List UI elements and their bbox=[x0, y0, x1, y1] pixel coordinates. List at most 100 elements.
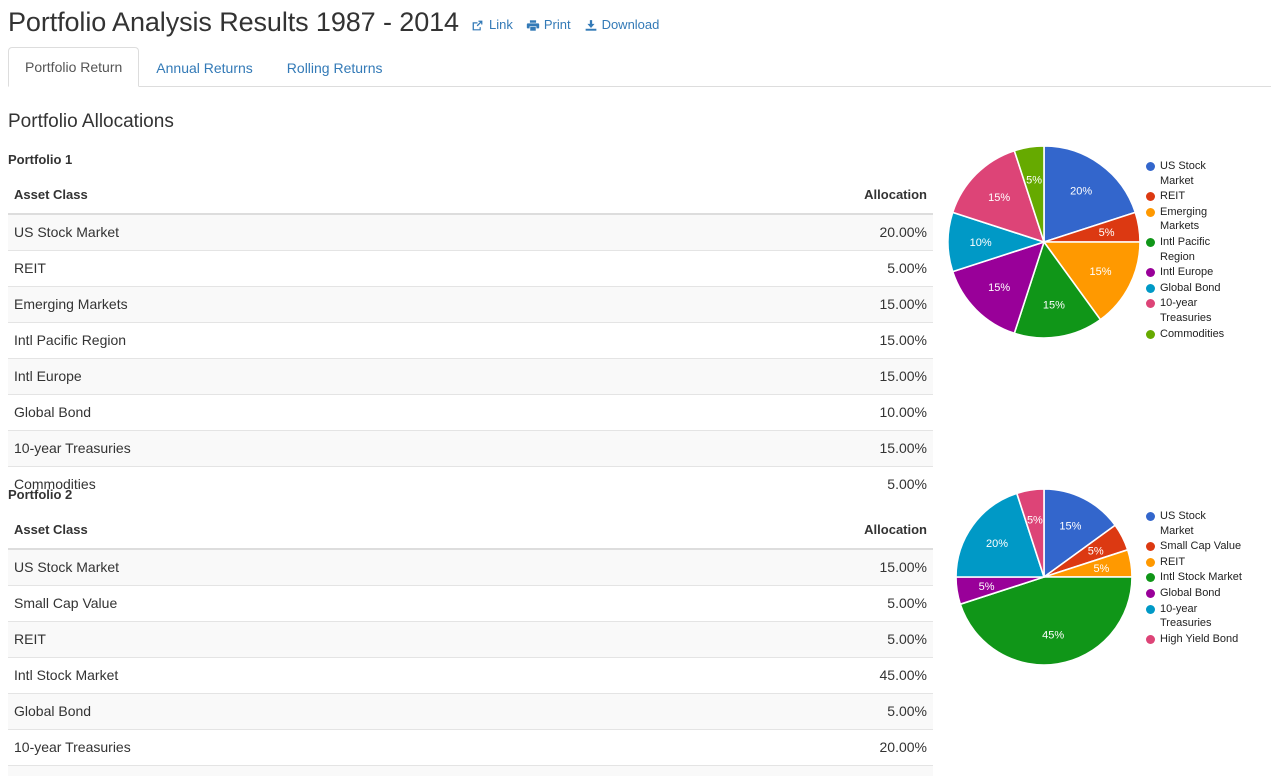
column-header-allocation: Allocation bbox=[592, 178, 933, 215]
page-root: Portfolio Analysis Results 1987 - 2014 L… bbox=[0, 0, 1279, 776]
cell-allocation: 10.00% bbox=[592, 394, 933, 431]
section-title: Portfolio Allocations bbox=[8, 111, 174, 132]
table-row: Intl Stock Market 45.00% bbox=[8, 657, 933, 694]
cell-asset-class: Intl Pacific Region bbox=[8, 322, 593, 359]
legend-color-swatch bbox=[1146, 162, 1155, 171]
cell-allocation: 15.00% bbox=[592, 286, 933, 323]
legend-item[interactable]: 10-year Treasuries bbox=[1146, 602, 1242, 631]
legend-item-label: 10-year Treasuries bbox=[1160, 602, 1212, 630]
pie-slice-label: 20% bbox=[1070, 186, 1092, 198]
legend-item-label: Global Bond bbox=[1160, 586, 1221, 599]
legend-color-swatch bbox=[1146, 329, 1155, 339]
cell-asset-class: High Yield Bond bbox=[8, 765, 593, 776]
cell-asset-class: REIT bbox=[8, 621, 593, 658]
column-header-allocation: Allocation bbox=[592, 513, 933, 550]
tab-portfolio-return[interactable]: Portfolio Return bbox=[8, 47, 140, 87]
legend-item[interactable]: REIT bbox=[1146, 555, 1242, 570]
download-action-label: Download bbox=[601, 16, 660, 32]
table-row: Small Cap Value 5.00% bbox=[8, 585, 933, 622]
table-row: Global Bond 10.00% bbox=[8, 394, 933, 431]
pie-slice-label: 5% bbox=[979, 581, 995, 593]
cell-asset-class: Intl Europe bbox=[8, 358, 593, 395]
column-header-asset-class: Asset Class bbox=[8, 178, 593, 215]
download-action[interactable]: Download bbox=[584, 16, 660, 33]
cell-allocation: 5.00% bbox=[592, 585, 933, 622]
legend-item[interactable]: US Stock Market bbox=[1146, 509, 1242, 538]
tab-rolling-returns-label: Rolling Returns bbox=[286, 60, 383, 76]
legend-item[interactable]: Intl Pacific Region bbox=[1146, 235, 1242, 264]
legend-item[interactable]: Global Bond bbox=[1146, 281, 1242, 296]
tab-rolling-returns[interactable]: Rolling Returns bbox=[270, 48, 400, 87]
legend-item[interactable]: Small Cap Value bbox=[1146, 539, 1242, 554]
pie-slice-label: 15% bbox=[1089, 266, 1111, 278]
table-row: Commodities 5.00% bbox=[8, 466, 933, 502]
page-title: Portfolio Analysis Results 1987 - 2014 bbox=[8, 7, 459, 37]
pie-slice-label: 5% bbox=[1026, 174, 1042, 186]
table-row: US Stock Market 20.00% bbox=[8, 214, 933, 251]
table-row: REIT 5.00% bbox=[8, 250, 933, 287]
legend-color-swatch bbox=[1146, 283, 1155, 293]
page-header: Portfolio Analysis Results 1987 - 2014 L… bbox=[8, 6, 659, 38]
link-action-label: Link bbox=[488, 16, 513, 32]
printer-icon bbox=[526, 19, 540, 33]
legend-item[interactable]: Emerging Markets bbox=[1146, 205, 1242, 234]
legend-item-label: REIT bbox=[1160, 555, 1186, 568]
cell-allocation: 15.00% bbox=[592, 358, 933, 395]
pie-slice-label: 5% bbox=[1027, 515, 1043, 527]
table-header-row: Asset Class Allocation bbox=[8, 178, 933, 215]
pie-chart-2-svg: 15% 5% 5% 45% 5% 20% 5% bbox=[955, 488, 1133, 666]
legend-color-swatch bbox=[1146, 237, 1155, 247]
legend-item-label: Intl Stock Market bbox=[1160, 571, 1242, 584]
cell-asset-class: US Stock Market bbox=[8, 214, 593, 251]
external-link-icon bbox=[471, 19, 485, 33]
pie-slice-label: 5% bbox=[1099, 227, 1115, 239]
portfolio-2-pie-chart: 15% 5% 5% 45% 5% 20% 5% bbox=[940, 480, 1150, 675]
legend-item[interactable]: Intl Stock Market bbox=[1146, 570, 1242, 585]
legend-item[interactable]: Global Bond bbox=[1146, 586, 1242, 601]
cell-asset-class: Global Bond bbox=[8, 693, 593, 730]
legend-item[interactable]: 10-year Treasuries bbox=[1146, 296, 1242, 325]
table-row: REIT 5.00% bbox=[8, 621, 933, 658]
legend-item-label: Global Bond bbox=[1160, 281, 1221, 294]
pie-chart-1-legend: US Stock Market REIT Emerging Markets Intl … bbox=[1146, 159, 1242, 342]
cell-allocation: 20.00% bbox=[592, 729, 933, 766]
legend-item-label: Intl Europe bbox=[1160, 266, 1214, 279]
link-action[interactable]: Link bbox=[471, 17, 513, 33]
table-row: 10-year Treasuries 20.00% bbox=[8, 729, 933, 766]
legend-item[interactable]: US Stock Market bbox=[1146, 159, 1242, 188]
legend-color-swatch bbox=[1146, 192, 1155, 202]
cell-allocation: 45.00% bbox=[592, 657, 933, 694]
table-row: US Stock Market 15.00% bbox=[8, 549, 933, 586]
cell-asset-class: 10-year Treasuries bbox=[8, 430, 593, 467]
pie-slice-label: 45% bbox=[1042, 629, 1064, 641]
legend-item[interactable]: REIT bbox=[1146, 189, 1242, 204]
cell-allocation: 5.00% bbox=[592, 765, 933, 776]
print-action-label: Print bbox=[543, 16, 571, 32]
pie-slice-label: 5% bbox=[1088, 546, 1104, 558]
portfolio-2-table-body: US Stock Market 15.00% Small Cap Value 5… bbox=[8, 549, 933, 776]
tab-bar: Portfolio Return Annual Returns Rolling … bbox=[8, 47, 1271, 87]
cell-allocation: 5.00% bbox=[592, 693, 933, 730]
legend-color-swatch bbox=[1146, 299, 1155, 309]
legend-color-swatch bbox=[1146, 604, 1155, 614]
legend-item-label: Intl Pacific Region bbox=[1160, 235, 1211, 263]
table-row: Intl Pacific Region 15.00% bbox=[8, 322, 933, 359]
legend-item[interactable]: High Yield Bond bbox=[1146, 632, 1242, 647]
tab-annual-returns[interactable]: Annual Returns bbox=[139, 48, 270, 87]
print-action[interactable]: Print bbox=[526, 17, 571, 33]
pie-slice-label: 15% bbox=[1059, 520, 1081, 532]
tab-portfolio-return-label: Portfolio Return bbox=[25, 59, 123, 75]
header-actions: Link Print Download bbox=[471, 17, 659, 33]
legend-item-label: High Yield Bond bbox=[1160, 632, 1239, 645]
cell-asset-class: US Stock Market bbox=[8, 549, 593, 586]
legend-item[interactable]: Commodities bbox=[1146, 327, 1242, 342]
cell-asset-class: REIT bbox=[8, 250, 593, 287]
legend-item-label: REIT bbox=[1160, 190, 1186, 203]
legend-color-swatch bbox=[1146, 573, 1155, 583]
portfolio-1-name: Portfolio 1 bbox=[8, 152, 73, 167]
legend-color-swatch bbox=[1146, 588, 1155, 598]
legend-item-label: US Stock Market bbox=[1160, 160, 1206, 187]
cell-asset-class: Commodities bbox=[8, 466, 593, 502]
portfolio-2-name: Portfolio 2 bbox=[8, 487, 73, 502]
legend-item[interactable]: Intl Europe bbox=[1146, 265, 1242, 280]
